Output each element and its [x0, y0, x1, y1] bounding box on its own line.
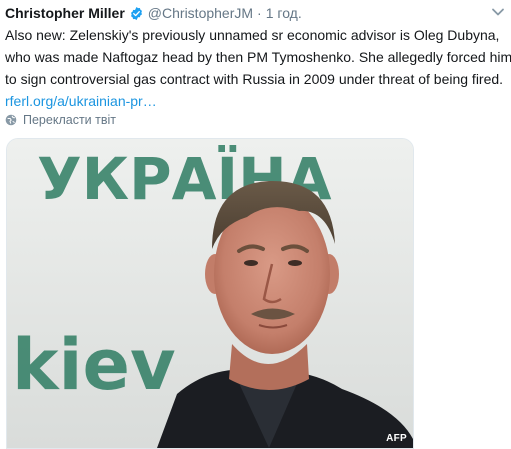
- author-handle[interactable]: @ChristopherJM: [148, 5, 253, 21]
- tweet-text: Also new: Zelenskiy's previously unnamed…: [5, 24, 511, 112]
- backdrop-text-bottom: kiev: [12, 324, 176, 406]
- tweet-header: Christopher Miller @ChristopherJM · 1 го…: [5, 4, 302, 22]
- tweet-text-line: to sign controversial gas contract with …: [5, 71, 504, 87]
- photo-credit: AFP: [386, 433, 407, 444]
- article-link[interactable]: rferl.org/a/ukrainian-pr…: [5, 93, 157, 109]
- header-separator: ·: [257, 5, 262, 21]
- author-name[interactable]: Christopher Miller: [5, 5, 125, 21]
- translate-tweet-button[interactable]: Перекласти твіт: [5, 112, 116, 128]
- tweet-text-line: who was made Naftogaz head by then PM Ty…: [5, 49, 511, 65]
- translate-label: Перекласти твіт: [23, 113, 116, 127]
- verified-badge-icon: [130, 6, 142, 20]
- tweet-timestamp[interactable]: 1 год.: [266, 5, 302, 21]
- globe-icon: [5, 114, 17, 126]
- tweet-photo[interactable]: УКРАЇНА kiev AFP: [6, 138, 414, 449]
- photo-illustration: УКРАЇНА kiev: [7, 139, 413, 448]
- tweet-text-line: Also new: Zelenskiy's previously unnamed…: [5, 27, 500, 43]
- tweet-card[interactable]: Christopher Miller @ChristopherJM · 1 го…: [0, 0, 511, 449]
- chevron-down-icon[interactable]: [491, 6, 505, 18]
